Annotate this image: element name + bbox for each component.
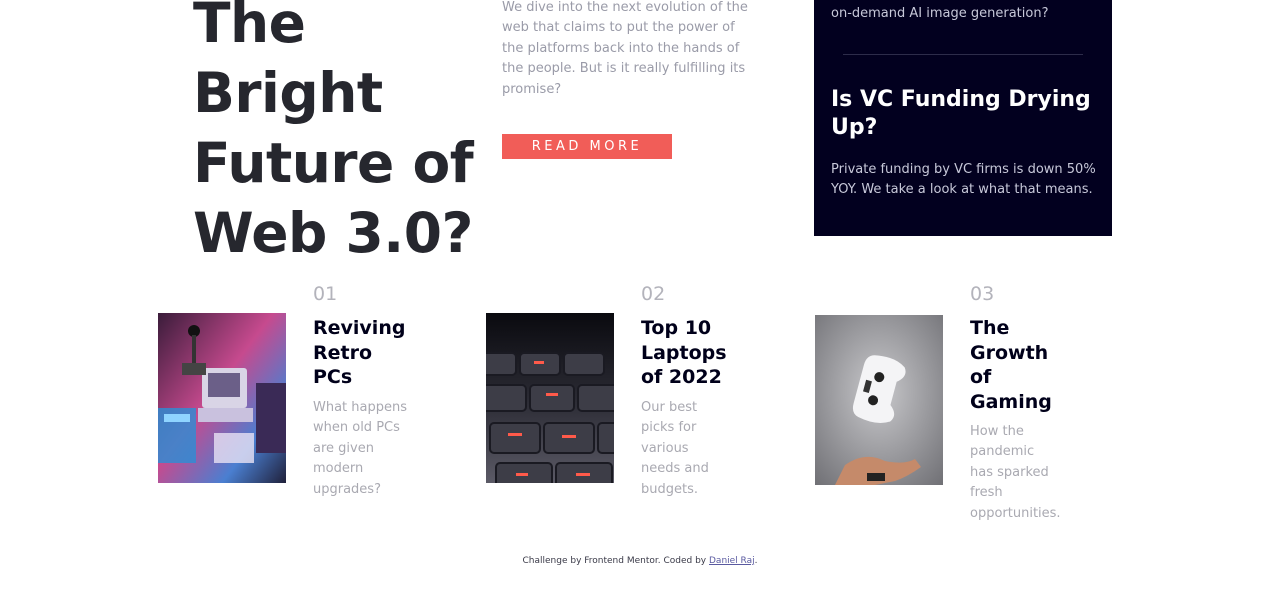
footer-suffix: . [754,556,758,566]
sidebar-item-title[interactable]: Is VC Funding Drying Up? [831,86,1101,142]
retro-pcs-image [158,313,286,483]
laptop-keyboard-image [486,313,614,483]
sidebar-item-desc: Private funding by VC firms is down 50% … [831,162,1096,198]
card-title[interactable]: Reviving Retro PCs [313,316,413,390]
attribution-footer: Challenge by Frontend Mentor. Coded by D… [0,556,1280,566]
page: The Bright Future of Web 3.0? We dive in… [0,0,1280,601]
author-link[interactable]: Daniel Raj [709,556,755,566]
read-more-button[interactable]: READ MORE [502,134,672,159]
card-description: How the pandemic has sparked fresh oppor… [970,424,1061,521]
sidebar-item-desc: on-demand AI image generation? [831,6,1049,21]
article-card: 02 Top 10 Laptops of 2022 Our best picks… [486,282,786,512]
card-description: Our best picks for various needs and bud… [641,400,709,497]
hero-title: The Bright Future of Web 3.0? [193,0,474,265]
card-number: 02 [641,283,666,305]
card-title[interactable]: The Growth of Gaming [970,316,1060,414]
new-articles-sidebar: on-demand AI image generation? Is VC Fun… [814,0,1112,236]
article-card: 03 The Growth of Gaming How the pandemic… [815,282,1115,521]
card-title[interactable]: Top 10 Laptops of 2022 [641,316,731,390]
game-controller-image [815,315,943,485]
card-number: 03 [970,283,995,305]
article-card: 01 Reviving Retro PCs What happens when … [158,282,458,512]
sidebar-divider [843,54,1083,55]
card-description: What happens when old PCs are given mode… [313,400,408,497]
hero-description: We dive into the next evolution of the w… [502,0,748,97]
footer-prefix: Challenge by Frontend Mentor. Coded by [522,556,709,566]
card-number: 01 [313,283,338,305]
